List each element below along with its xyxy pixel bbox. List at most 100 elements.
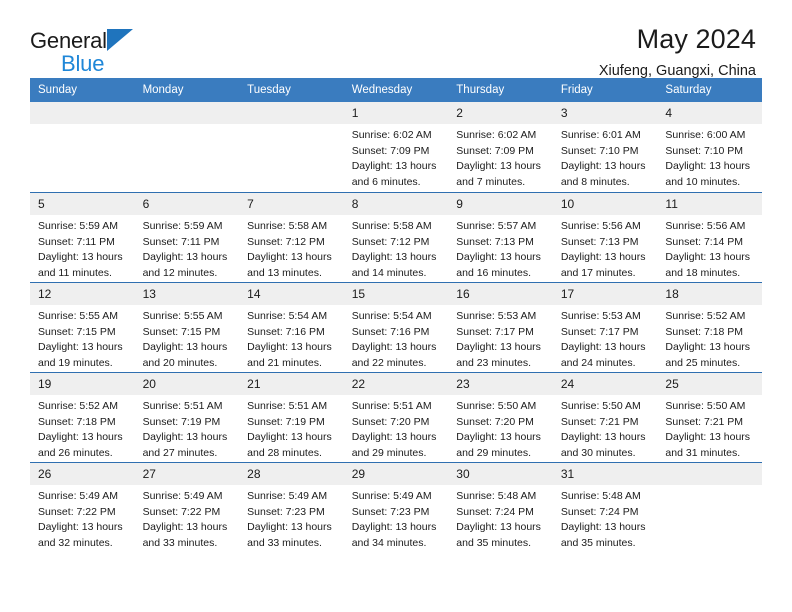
day-cell[interactable]: 4 Sunrise: 6:00 AM Sunset: 7:10 PM Dayli… bbox=[657, 102, 762, 192]
page-header: General Blue May 2024 Xiufeng, Guangxi, … bbox=[0, 0, 792, 79]
day-sun-info: Sunrise: 5:49 AM Sunset: 7:22 PM Dayligh… bbox=[142, 490, 228, 549]
day-sun-info: Sunrise: 5:55 AM Sunset: 7:15 PM Dayligh… bbox=[142, 310, 228, 369]
location-subtitle: Xiufeng, Guangxi, China bbox=[598, 63, 756, 79]
day-number: 4 bbox=[657, 102, 762, 125]
day-cell[interactable]: 17 Sunrise: 5:53 AM Sunset: 7:17 PM Dayl… bbox=[552, 283, 658, 372]
day-cell[interactable]: 7 Sunrise: 5:58 AM Sunset: 7:12 PM Dayli… bbox=[239, 193, 344, 282]
day-sun-info: Sunrise: 5:56 AM Sunset: 7:14 PM Dayligh… bbox=[665, 220, 751, 279]
day-cell[interactable]: 13 Sunrise: 5:55 AM Sunset: 7:15 PM Dayl… bbox=[134, 283, 240, 372]
day-sun-info bbox=[657, 485, 762, 489]
day-number: 3 bbox=[552, 102, 658, 125]
day-sun-info: Sunrise: 5:54 AM Sunset: 7:16 PM Dayligh… bbox=[247, 310, 332, 369]
day-number: 27 bbox=[134, 463, 240, 486]
day-cell[interactable]: 19 Sunrise: 5:52 AM Sunset: 7:18 PM Dayl… bbox=[30, 373, 135, 462]
day-sun-info: Sunrise: 5:48 AM Sunset: 7:24 PM Dayligh… bbox=[560, 490, 646, 549]
day-number: 2 bbox=[448, 102, 553, 125]
day-cell[interactable]: 29 Sunrise: 5:49 AM Sunset: 7:23 PM Dayl… bbox=[343, 463, 449, 552]
day-sun-info: Sunrise: 5:48 AM Sunset: 7:24 PM Dayligh… bbox=[456, 490, 541, 549]
logo-triangle-icon bbox=[106, 29, 133, 51]
day-number: 7 bbox=[239, 193, 344, 216]
day-cell[interactable]: 5 Sunrise: 5:59 AM Sunset: 7:11 PM Dayli… bbox=[30, 193, 135, 282]
day-cell[interactable]: 15 Sunrise: 5:54 AM Sunset: 7:16 PM Dayl… bbox=[343, 283, 449, 372]
day-sun-info: Sunrise: 5:50 AM Sunset: 7:20 PM Dayligh… bbox=[456, 400, 541, 459]
week-row: 1 Sunrise: 6:02 AM Sunset: 7:09 PM Dayli… bbox=[30, 102, 762, 192]
day-cell[interactable]: 3 Sunrise: 6:01 AM Sunset: 7:10 PM Dayli… bbox=[552, 102, 658, 192]
day-number: 10 bbox=[552, 193, 658, 216]
day-sun-info bbox=[239, 124, 344, 128]
day-cell[interactable]: 8 Sunrise: 5:58 AM Sunset: 7:12 PM Dayli… bbox=[343, 193, 449, 282]
day-cell[interactable]: 14 Sunrise: 5:54 AM Sunset: 7:16 PM Dayl… bbox=[239, 283, 344, 372]
calendar-grid: Sunday Monday Tuesday Wednesday Thursday… bbox=[30, 78, 762, 552]
day-sun-info: Sunrise: 5:51 AM Sunset: 7:20 PM Dayligh… bbox=[351, 400, 437, 459]
day-number bbox=[134, 102, 240, 125]
day-cell[interactable]: 31 Sunrise: 5:48 AM Sunset: 7:24 PM Dayl… bbox=[552, 463, 658, 552]
calendar-page: General Blue May 2024 Xiufeng, Guangxi, … bbox=[0, 0, 792, 612]
day-cell[interactable]: 24 Sunrise: 5:50 AM Sunset: 7:21 PM Dayl… bbox=[552, 373, 658, 462]
day-number bbox=[657, 463, 762, 486]
day-sun-info: Sunrise: 5:49 AM Sunset: 7:22 PM Dayligh… bbox=[38, 490, 123, 549]
day-cell[interactable]: 16 Sunrise: 5:53 AM Sunset: 7:17 PM Dayl… bbox=[448, 283, 553, 372]
day-cell[interactable]: 9 Sunrise: 5:57 AM Sunset: 7:13 PM Dayli… bbox=[448, 193, 553, 282]
day-number bbox=[30, 102, 135, 125]
general-blue-logo[interactable]: General Blue bbox=[30, 26, 154, 75]
day-sun-info: Sunrise: 5:58 AM Sunset: 7:12 PM Dayligh… bbox=[351, 220, 437, 279]
day-number: 15 bbox=[343, 283, 449, 306]
day-cell[interactable]: 25 Sunrise: 5:50 AM Sunset: 7:21 PM Dayl… bbox=[657, 373, 762, 462]
day-cell[interactable]: 20 Sunrise: 5:51 AM Sunset: 7:19 PM Dayl… bbox=[134, 373, 240, 462]
day-cell[interactable]: 23 Sunrise: 5:50 AM Sunset: 7:20 PM Dayl… bbox=[448, 373, 553, 462]
day-cell[interactable]: 12 Sunrise: 5:55 AM Sunset: 7:15 PM Dayl… bbox=[30, 283, 135, 372]
day-cell[interactable]: 1 Sunrise: 6:02 AM Sunset: 7:09 PM Dayli… bbox=[343, 102, 449, 192]
week-row: 19 Sunrise: 5:52 AM Sunset: 7:18 PM Dayl… bbox=[30, 372, 762, 462]
logo-general-text: General bbox=[30, 28, 107, 53]
week-row: 12 Sunrise: 5:55 AM Sunset: 7:15 PM Dayl… bbox=[30, 282, 762, 372]
day-number: 30 bbox=[448, 463, 553, 486]
day-number: 16 bbox=[448, 283, 553, 306]
day-cell[interactable]: 6 Sunrise: 5:59 AM Sunset: 7:11 PM Dayli… bbox=[134, 193, 240, 282]
day-cell[interactable] bbox=[30, 102, 135, 192]
day-number: 9 bbox=[448, 193, 553, 216]
day-number: 11 bbox=[657, 193, 762, 216]
day-cell[interactable]: 18 Sunrise: 5:52 AM Sunset: 7:18 PM Dayl… bbox=[657, 283, 762, 372]
day-cell[interactable]: 10 Sunrise: 5:56 AM Sunset: 7:13 PM Dayl… bbox=[552, 193, 658, 282]
day-cell[interactable] bbox=[134, 102, 240, 192]
day-sun-info: Sunrise: 5:49 AM Sunset: 7:23 PM Dayligh… bbox=[351, 490, 437, 549]
day-cell[interactable]: 22 Sunrise: 5:51 AM Sunset: 7:20 PM Dayl… bbox=[343, 373, 449, 462]
day-sun-info: Sunrise: 5:57 AM Sunset: 7:13 PM Dayligh… bbox=[456, 220, 541, 279]
day-number: 5 bbox=[30, 193, 135, 216]
day-cell[interactable]: 28 Sunrise: 5:49 AM Sunset: 7:23 PM Dayl… bbox=[239, 463, 344, 552]
weekday-header-saturday: Saturday bbox=[665, 84, 712, 96]
day-sun-info: Sunrise: 6:02 AM Sunset: 7:09 PM Dayligh… bbox=[456, 129, 541, 188]
day-number: 31 bbox=[552, 463, 658, 486]
day-sun-info: Sunrise: 5:56 AM Sunset: 7:13 PM Dayligh… bbox=[560, 220, 646, 279]
day-number: 25 bbox=[657, 373, 762, 396]
weekday-header-wednesday: Wednesday bbox=[351, 84, 413, 96]
day-sun-info bbox=[135, 124, 240, 128]
day-sun-info: Sunrise: 5:52 AM Sunset: 7:18 PM Dayligh… bbox=[665, 310, 751, 369]
day-number: 13 bbox=[134, 283, 240, 306]
day-number: 21 bbox=[239, 373, 344, 396]
day-cell[interactable]: 30 Sunrise: 5:48 AM Sunset: 7:24 PM Dayl… bbox=[448, 463, 553, 552]
day-sun-info: Sunrise: 5:59 AM Sunset: 7:11 PM Dayligh… bbox=[142, 220, 228, 279]
day-cell[interactable] bbox=[657, 463, 762, 552]
day-number: 8 bbox=[343, 193, 449, 216]
day-number: 6 bbox=[134, 193, 240, 216]
day-cell[interactable]: 2 Sunrise: 6:02 AM Sunset: 7:09 PM Dayli… bbox=[448, 102, 553, 192]
day-sun-info: Sunrise: 6:02 AM Sunset: 7:09 PM Dayligh… bbox=[351, 129, 437, 188]
week-row: 26 Sunrise: 5:49 AM Sunset: 7:22 PM Dayl… bbox=[30, 462, 762, 552]
day-cell[interactable]: 21 Sunrise: 5:51 AM Sunset: 7:19 PM Dayl… bbox=[239, 373, 344, 462]
day-cell[interactable] bbox=[239, 102, 344, 192]
day-number: 18 bbox=[657, 283, 762, 306]
day-number: 19 bbox=[30, 373, 135, 396]
weekday-header-friday: Friday bbox=[560, 84, 593, 96]
day-sun-info: Sunrise: 5:53 AM Sunset: 7:17 PM Dayligh… bbox=[456, 310, 541, 369]
day-cell[interactable]: 27 Sunrise: 5:49 AM Sunset: 7:22 PM Dayl… bbox=[134, 463, 240, 552]
day-cell[interactable]: 26 Sunrise: 5:49 AM Sunset: 7:22 PM Dayl… bbox=[30, 463, 135, 552]
day-number: 23 bbox=[448, 373, 553, 396]
day-sun-info: Sunrise: 5:54 AM Sunset: 7:16 PM Dayligh… bbox=[351, 310, 437, 369]
day-cell[interactable]: 11 Sunrise: 5:56 AM Sunset: 7:14 PM Dayl… bbox=[657, 193, 762, 282]
logo-top-row: General bbox=[30, 29, 154, 52]
day-number: 14 bbox=[239, 283, 344, 306]
day-number: 28 bbox=[239, 463, 344, 486]
day-number: 26 bbox=[30, 463, 135, 486]
day-number: 20 bbox=[134, 373, 240, 396]
